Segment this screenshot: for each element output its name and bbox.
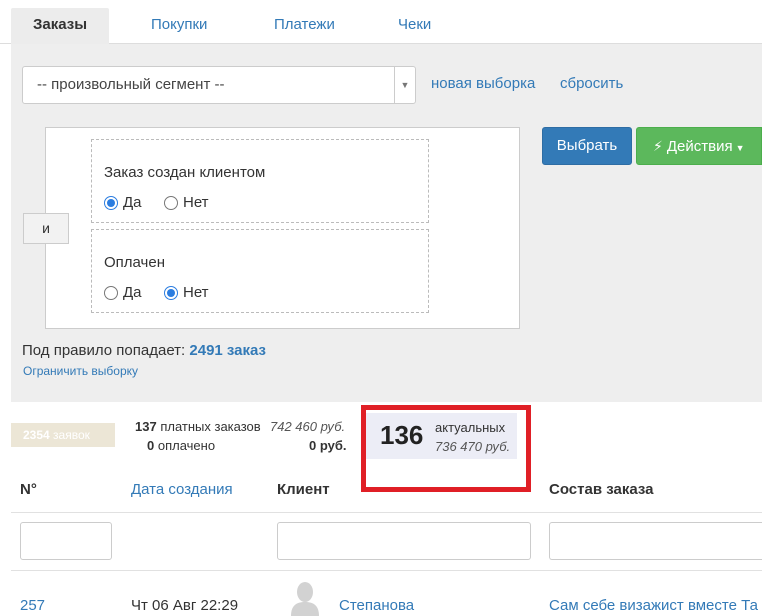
requests-count: 2354 bbox=[23, 428, 50, 442]
paid-done-count: 0 bbox=[147, 438, 155, 453]
order-number-link[interactable]: 257 bbox=[20, 597, 45, 614]
limit-selection-link[interactable]: Ограничить выборку bbox=[23, 364, 138, 378]
new-selection-link[interactable]: новая выборка bbox=[431, 75, 535, 92]
tab-payments[interactable]: Платежи bbox=[252, 8, 357, 44]
condition-created-by-client: Заказ создан клиентом Да Нет bbox=[91, 139, 429, 223]
rules-box: Заказ создан клиентом Да Нет Оплачен Да … bbox=[45, 127, 520, 329]
requests-badge: 2354 заявок bbox=[11, 423, 115, 447]
radio-checked-icon bbox=[104, 196, 118, 210]
paid-label: платных заказов bbox=[160, 419, 261, 434]
user-silhouette-icon bbox=[291, 582, 319, 616]
chevron-down-icon[interactable]: ▼ bbox=[394, 67, 415, 103]
radio-label: Да bbox=[123, 194, 142, 211]
column-header-number: N° bbox=[20, 481, 37, 498]
rule-count-prefix: Под правило попадает: bbox=[22, 342, 186, 359]
radio-checked-icon bbox=[164, 286, 178, 300]
radio-unchecked-icon bbox=[164, 196, 178, 210]
segment-select-value: -- произвольный сегмент -- bbox=[37, 76, 225, 93]
select-button[interactable]: Выбрать bbox=[542, 127, 632, 165]
table-divider bbox=[11, 512, 762, 513]
radio-paid-yes[interactable]: Да bbox=[104, 284, 142, 302]
paid-orders-stat: 137 платных заказов bbox=[135, 419, 261, 434]
tab-bar: Заказы Покупки Платежи Чеки bbox=[0, 0, 762, 44]
column-header-composition: Состав заказа bbox=[549, 481, 654, 498]
paid-count: 137 bbox=[135, 419, 157, 434]
avatar bbox=[289, 581, 321, 616]
table-divider bbox=[11, 570, 762, 571]
highlight-frame bbox=[361, 405, 531, 492]
radio-label: Нет bbox=[183, 194, 209, 211]
order-composition-link[interactable]: Сам себе визажист вместе Та bbox=[549, 597, 762, 614]
segment-select[interactable]: -- произвольный сегмент -- ▼ bbox=[22, 66, 416, 104]
column-header-date[interactable]: Дата создания bbox=[131, 481, 233, 498]
requests-label: заявок bbox=[53, 428, 90, 442]
tab-receipts[interactable]: Чеки bbox=[376, 8, 453, 44]
filter-number-input[interactable] bbox=[20, 522, 112, 560]
condition-paid: Оплачен Да Нет bbox=[91, 229, 429, 313]
and-operator-button[interactable]: и bbox=[23, 213, 69, 244]
condition-title: Заказ создан клиентом bbox=[104, 164, 266, 181]
paid-done-label: оплачено bbox=[157, 438, 216, 453]
reset-link[interactable]: сбросить bbox=[560, 75, 623, 92]
radio-paid-no[interactable]: Нет bbox=[164, 284, 209, 302]
order-date: Чт 06 Авг 22:29 bbox=[131, 597, 239, 614]
tab-purchases[interactable]: Покупки bbox=[129, 8, 229, 44]
caret-down-icon: ▼ bbox=[735, 143, 745, 153]
filter-client-input[interactable] bbox=[277, 522, 531, 560]
radio-label: Да bbox=[123, 284, 142, 301]
condition-title: Оплачен bbox=[104, 254, 165, 271]
rule-count-value[interactable]: 2491 заказ bbox=[189, 342, 266, 359]
paid-done-stat: 0 оплачено bbox=[147, 438, 215, 453]
radio-unchecked-icon bbox=[104, 286, 118, 300]
actions-button[interactable]: ⚡ Действия ▼ bbox=[636, 127, 762, 165]
radio-created-yes[interactable]: Да bbox=[104, 194, 142, 212]
rule-count-text: Под правило попадает: 2491 заказ bbox=[22, 342, 266, 359]
radio-label: Нет bbox=[183, 284, 209, 301]
filter-composition-input[interactable] bbox=[549, 522, 762, 560]
radio-created-no[interactable]: Нет bbox=[164, 194, 209, 212]
tab-orders[interactable]: Заказы bbox=[11, 8, 110, 44]
column-header-client: Клиент bbox=[277, 481, 330, 498]
lightning-icon: ⚡ bbox=[653, 138, 663, 154]
client-link[interactable]: Степанова bbox=[339, 597, 414, 614]
paid-done-sum: 0 руб. bbox=[309, 438, 347, 453]
paid-sum: 742 460 руб. bbox=[270, 419, 346, 434]
actions-button-label: Действия bbox=[666, 138, 733, 155]
